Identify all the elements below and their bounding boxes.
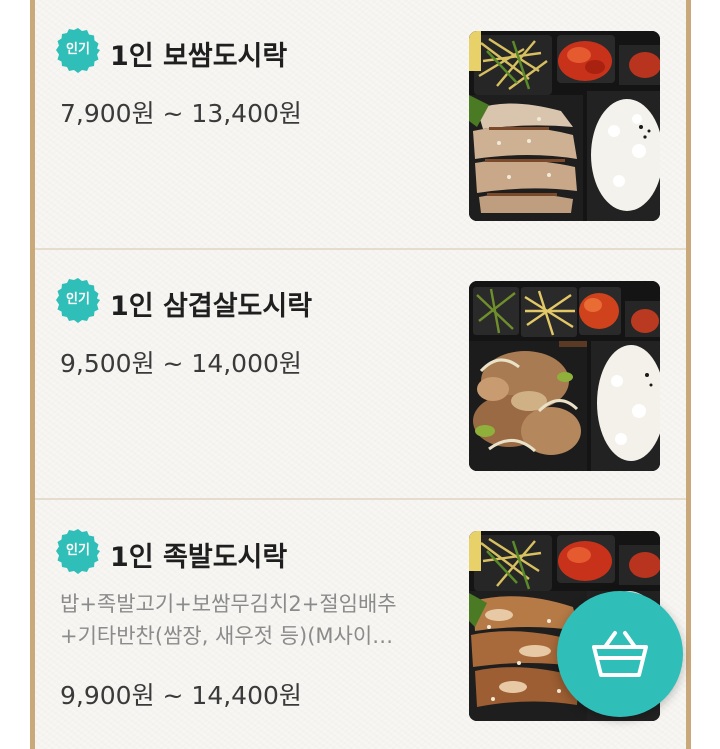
- item-price: 7,900원 ~ 13,400원: [60, 99, 302, 128]
- samgyeopsal-lunchbox-image: [469, 281, 660, 471]
- popular-badge-label: 인기: [66, 292, 90, 307]
- item-description-line: +기타반찬(쌈장, 새우젓 등)(M사이…: [60, 624, 394, 648]
- item-price: 9,900원 ~ 14,400원: [60, 681, 302, 710]
- item-description-line: 밥+족발고기+보쌈무김치2+절임배추: [60, 592, 397, 616]
- item-title[interactable]: 1인 삼겹살도시락: [110, 284, 312, 323]
- item-title[interactable]: 1인 족발도시락: [110, 535, 287, 574]
- menu-item-bossam[interactable]: 인기 1인 보쌈도시락 7,900원 ~ 13,400원: [35, 0, 686, 250]
- cart-button[interactable]: [557, 591, 683, 717]
- item-description: 밥+족발고기+보쌈무김치2+절임배추 +기타반찬(쌈장, 새우젓 등)(M사이…: [60, 588, 445, 652]
- food-photo[interactable]: [469, 31, 660, 221]
- item-title[interactable]: 1인 보쌈도시락: [110, 34, 287, 73]
- popular-badge: 인기: [55, 277, 101, 323]
- food-photo[interactable]: [469, 281, 660, 471]
- item-price: 9,500원 ~ 14,000원: [60, 349, 302, 378]
- popular-badge: 인기: [55, 528, 101, 574]
- popular-badge: 인기: [55, 27, 101, 73]
- menu-item-samgyeopsal[interactable]: 인기 1인 삼겹살도시락 9,500원 ~ 14,000원: [35, 250, 686, 500]
- shopping-basket-icon: [592, 631, 648, 677]
- popular-badge-label: 인기: [66, 543, 90, 558]
- bossam-lunchbox-image: [469, 31, 660, 221]
- popular-badge-label: 인기: [66, 42, 90, 57]
